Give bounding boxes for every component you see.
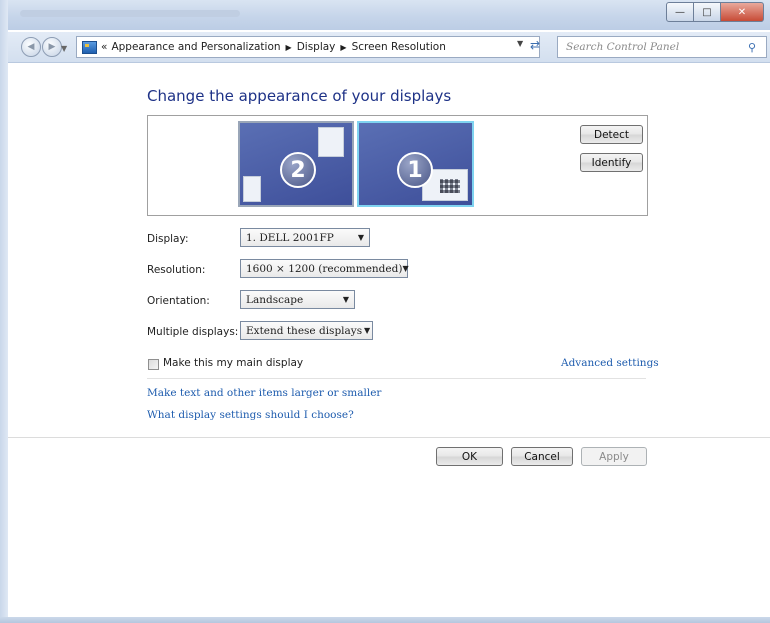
orientation-label: Orientation: [147, 295, 210, 307]
display-value: 1. DELL 2001FP [246, 231, 334, 244]
content-pane: Change the appearance of your displays 2… [8, 63, 770, 623]
identify-button[interactable]: Identify [580, 153, 643, 172]
resolution-label: Resolution: [147, 264, 206, 276]
close-icon[interactable]: ✕ [720, 2, 764, 22]
display-select[interactable]: 1. DELL 2001FP ▼ [240, 228, 370, 247]
breadcrumb-separator-icon[interactable]: ▶ [286, 43, 292, 52]
orientation-value: Landscape [246, 293, 304, 306]
display-label: Display: [147, 233, 189, 245]
window-bottom-border [0, 617, 770, 623]
grid-icon [440, 179, 460, 193]
chevron-down-icon: ▼ [357, 233, 365, 242]
screen-resolution-window: — □ ✕ ◀ ▶ ▼ « Appearance and Personaliza… [0, 0, 770, 623]
page-title: Change the appearance of your displays [147, 87, 452, 105]
cancel-button[interactable]: Cancel [511, 447, 573, 466]
chevron-down-icon: ▼ [363, 326, 371, 335]
refresh-icon[interactable]: ⇄ [530, 38, 540, 52]
orientation-select[interactable]: Landscape ▼ [240, 290, 355, 309]
search-icon[interactable]: ⚲ [748, 41, 766, 54]
maximize-icon[interactable]: □ [693, 2, 721, 22]
resolution-value: 1600 × 1200 (recommended) [246, 262, 403, 275]
footer-divider [8, 437, 770, 438]
text-size-link[interactable]: Make text and other items larger or smal… [147, 387, 381, 399]
detect-button[interactable]: Detect [580, 125, 643, 144]
breadcrumb-appearance[interactable]: Appearance and Personalization [111, 41, 280, 53]
multiple-displays-label: Multiple displays: [147, 326, 239, 338]
main-display-checkbox-label[interactable]: Make this my main display [163, 357, 303, 369]
breadcrumb-display[interactable]: Display [297, 41, 336, 53]
advanced-settings-link[interactable]: Advanced settings [561, 357, 659, 369]
breadcrumb-screen-resolution[interactable]: Screen Resolution [352, 41, 446, 53]
monitor-arrangement-panel: 2 1 Detect Identify [147, 115, 648, 216]
monitor-1-thumbnail[interactable]: 1 [357, 121, 474, 207]
window-thumbnail [318, 127, 344, 157]
control-panel-icon [82, 40, 97, 54]
ok-button[interactable]: OK [436, 447, 503, 466]
address-bar[interactable]: « Appearance and Personalization ▶ Displ… [76, 36, 540, 58]
divider [147, 378, 646, 379]
title-bar-blur [20, 10, 240, 17]
breadcrumb-overflow-icon[interactable]: « [101, 41, 107, 53]
multiple-displays-select[interactable]: Extend these displays ▼ [240, 321, 373, 340]
minimize-icon[interactable]: — [666, 2, 694, 22]
chevron-down-icon: ▼ [402, 264, 409, 273]
display-settings-help-link[interactable]: What display settings should I choose? [147, 409, 354, 421]
window-left-border [0, 0, 8, 623]
window-thumbnail [243, 176, 261, 202]
main-display-checkbox[interactable] [148, 359, 159, 370]
forward-arrow-icon[interactable]: ▶ [42, 37, 62, 57]
monitor-number-badge: 2 [280, 152, 316, 188]
address-dropdown-icon[interactable]: ▼ [517, 39, 523, 48]
resolution-select[interactable]: 1600 × 1200 (recommended) ▼ [240, 259, 409, 278]
back-arrow-icon[interactable]: ◀ [21, 37, 41, 57]
monitor-number-badge: 1 [397, 152, 433, 188]
apply-button[interactable]: Apply [581, 447, 647, 466]
search-placeholder: Search Control Panel [566, 41, 680, 53]
window-controls: — □ ✕ [666, 2, 764, 22]
breadcrumb-separator-icon[interactable]: ▶ [340, 43, 346, 52]
search-input[interactable]: Search Control Panel ⚲ [557, 36, 767, 58]
multiple-displays-value: Extend these displays [246, 324, 363, 337]
chevron-down-icon: ▼ [342, 295, 350, 304]
title-bar[interactable]: — □ ✕ [0, 0, 770, 30]
monitor-2-thumbnail[interactable]: 2 [238, 121, 354, 207]
navigation-bar: ◀ ▶ ▼ « Appearance and Personalization ▶… [0, 32, 770, 63]
recent-pages-dropdown-icon[interactable]: ▼ [61, 44, 67, 53]
